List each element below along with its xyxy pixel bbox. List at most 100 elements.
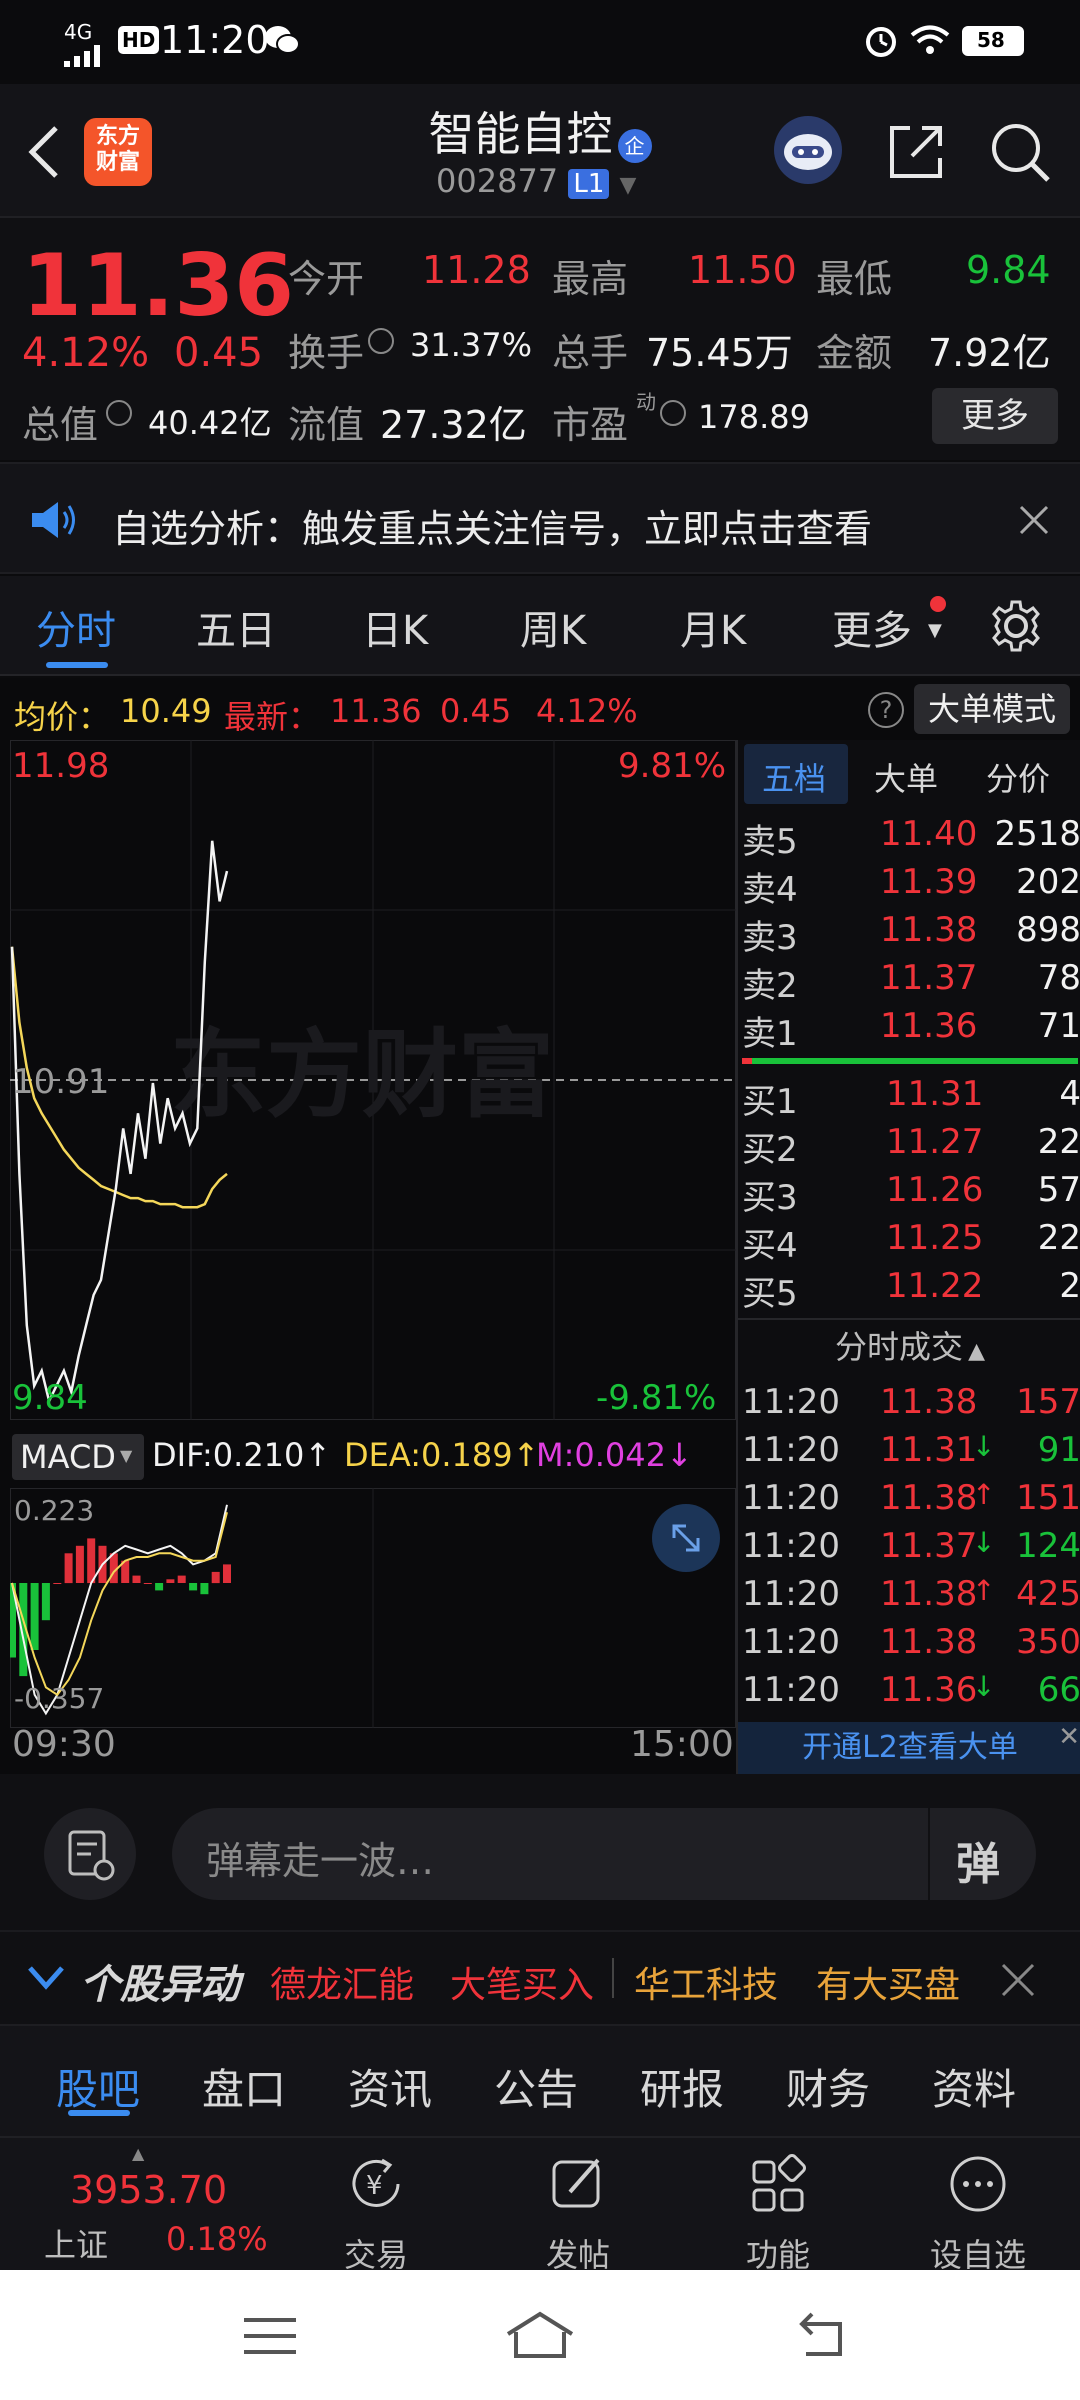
bid-row[interactable]: 买4 11.25 22 <box>738 1218 1080 1266</box>
orderbook-tab-big-order[interactable]: 大单 <box>874 754 938 800</box>
ask-row[interactable]: 卖1 11.36 71 <box>738 1006 1080 1054</box>
bid-row[interactable]: 买2 11.27 22 <box>738 1122 1080 1170</box>
tab-announcements[interactable]: 公告 <box>494 2056 578 2117</box>
macd-bar <box>189 1583 198 1591</box>
tab-monthly-k[interactable]: 月K <box>680 598 746 656</box>
mover-item[interactable]: 有大买盘 <box>816 1956 960 2008</box>
expand-icon[interactable] <box>652 1504 720 1572</box>
index-widget[interactable]: ▲ 3953.70 上证 0.18% <box>0 2138 300 2272</box>
back-nav-icon[interactable] <box>792 2310 852 2364</box>
signal-icon <box>64 36 110 76</box>
tab-research[interactable]: 研报 <box>640 2056 724 2117</box>
turnover-label: 换手 <box>288 331 365 375</box>
menu-icon[interactable] <box>242 2314 298 2362</box>
trade-volume: 151 <box>1016 1478 1080 1518</box>
home-icon[interactable] <box>504 2310 576 2364</box>
ask-level: 卖4 <box>742 870 798 910</box>
tab-forum[interactable]: 股吧 <box>56 2056 140 2117</box>
ask-row[interactable]: 卖4 11.39 202 <box>738 862 1080 910</box>
trade-arrow: ↑ <box>972 1478 996 1511</box>
comment-send-button[interactable]: 弹 <box>928 1808 1036 1900</box>
tab-profile[interactable]: 资料 <box>932 2056 1016 2117</box>
trade-volume: 425 <box>1016 1574 1080 1614</box>
mover-item[interactable]: 大笔买入 <box>450 1956 594 2008</box>
alert-banner[interactable]: 自选分析：触发重点关注信号，立即点击查看 <box>0 462 1080 574</box>
orderbook-tab-five-level[interactable]: 五档 <box>744 744 848 804</box>
high-label: 最高 <box>552 257 629 301</box>
tab-five-day[interactable]: 五日 <box>196 598 276 656</box>
tab-intraday[interactable]: 分时 <box>36 598 116 656</box>
macd-selector[interactable]: MACD ▼ <box>12 1434 144 1480</box>
change-value: 0.45 <box>174 330 264 376</box>
ask-row[interactable]: 卖2 11.37 78 <box>738 958 1080 1006</box>
back-icon[interactable] <box>24 124 64 184</box>
trade-volume: 66 <box>1037 1670 1080 1710</box>
trade-row: 11:20 11.38 157 <box>738 1382 1080 1430</box>
index-value: 3953.70 <box>70 2168 228 2212</box>
trades-header[interactable]: 分时成交 ▲ <box>738 1318 1080 1374</box>
tab-daily-k[interactable]: 日K <box>362 598 428 656</box>
macd-bar <box>30 1583 39 1650</box>
post-icon[interactable] <box>546 2152 610 2220</box>
chevron-down-icon[interactable] <box>26 1964 66 1996</box>
intraday-chart[interactable]: 东方财富 <box>10 740 736 1420</box>
info-icon[interactable] <box>106 400 132 426</box>
bid-row[interactable]: 买5 11.22 2 <box>738 1266 1080 1314</box>
trade-volume: 157 <box>1016 1382 1080 1422</box>
comment-placeholder: 弹幕走一波… <box>206 1839 435 1883</box>
mover-item[interactable]: 德龙汇能 <box>270 1956 414 2008</box>
amount-value: 7.92亿 <box>928 331 1051 375</box>
chevron-down-icon: ▼ <box>928 620 942 641</box>
macd-bar <box>75 1545 84 1583</box>
big-order-mode-button[interactable]: 大单模式 <box>914 684 1070 734</box>
info-icon[interactable] <box>660 400 686 426</box>
ask-row[interactable]: 卖3 11.38 898 <box>738 910 1080 958</box>
stock-title[interactable]: 智能自控 企 <box>420 98 660 164</box>
trades-title: 分时成交 <box>834 1328 963 1366</box>
bid-row[interactable]: 买1 11.31 4 <box>738 1074 1080 1122</box>
bid-row[interactable]: 买3 11.26 57 <box>738 1170 1080 1218</box>
tab-more[interactable]: 更多 <box>832 598 912 656</box>
amount-label: 金额 <box>816 331 893 375</box>
robot-assistant-icon[interactable] <box>772 114 844 190</box>
index-pct: 0.18% <box>166 2220 268 2258</box>
macd-bar <box>53 1583 62 1584</box>
trade-row: 11:20 11.38 350 <box>738 1622 1080 1670</box>
mover-item[interactable]: 华工科技 <box>634 1956 778 2008</box>
ask-row[interactable]: 卖5 11.40 2518 <box>738 814 1080 862</box>
help-icon[interactable]: ? <box>868 692 904 728</box>
comment-input[interactable]: 弹幕走一波… 弹 <box>172 1808 1036 1900</box>
trade-arrow: ↑ <box>972 1574 996 1607</box>
tab-weekly-k[interactable]: 周K <box>520 598 586 656</box>
open-value: 11.28 <box>422 248 531 292</box>
tab-news[interactable]: 资讯 <box>348 2056 432 2117</box>
tab-order-book[interactable]: 盘口 <box>202 2056 286 2117</box>
latest-value: 11.36 <box>330 692 422 730</box>
low-label: 最低 <box>816 257 893 301</box>
search-icon[interactable] <box>988 120 1052 188</box>
info-icon[interactable] <box>368 328 394 354</box>
gear-icon[interactable] <box>988 598 1044 658</box>
share-icon[interactable] <box>886 122 946 186</box>
more-button[interactable]: 更多 <box>932 388 1058 444</box>
system-nav-bar <box>0 2270 1080 2400</box>
y-axis-mid: 10.91 <box>12 1062 110 1102</box>
macd-chart[interactable] <box>10 1488 736 1728</box>
close-icon[interactable] <box>1000 1962 1036 2002</box>
trade-icon[interactable]: ¥ <box>344 2152 408 2220</box>
bid-level: 买2 <box>742 1130 798 1170</box>
high-value: 11.50 <box>688 248 797 292</box>
close-icon[interactable]: ✕ <box>1058 1722 1080 1752</box>
orderbook-tab-price-dist[interactable]: 分价 <box>986 754 1050 800</box>
ask-volume: 71 <box>1037 1006 1080 1046</box>
chart-watermark: 东方财富 <box>170 1019 554 1131</box>
stock-code-row[interactable]: 002877 L1 ▼ <box>436 162 636 200</box>
function-grid-icon[interactable] <box>746 2152 810 2220</box>
l2-upgrade-bar[interactable]: 开通L2查看大单 ✕ <box>738 1722 1080 1774</box>
close-icon[interactable] <box>1018 504 1050 540</box>
tab-financials[interactable]: 财务 <box>786 2056 870 2117</box>
bid-volume: 2 <box>1059 1266 1080 1306</box>
trade-row: 11:20 11.38 ↑ 151 <box>738 1478 1080 1526</box>
comment-settings-icon[interactable] <box>44 1808 136 1900</box>
add-watchlist-icon[interactable] <box>946 2152 1010 2220</box>
